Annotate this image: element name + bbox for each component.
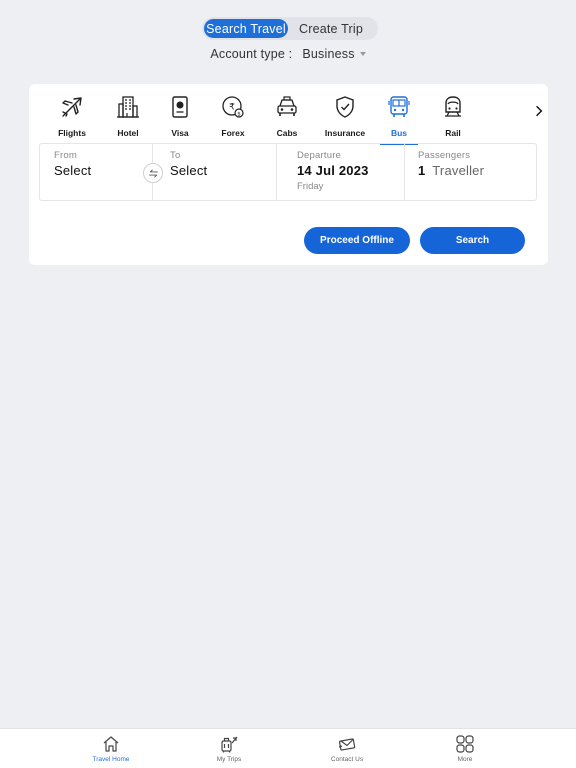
nav-label: More: [457, 756, 473, 763]
account-type-value: Business: [302, 47, 355, 61]
account-type-select[interactable]: Business: [302, 47, 366, 61]
account-type-label: Account type :: [210, 47, 293, 61]
train-icon: [445, 96, 461, 117]
category-label: Flights: [58, 128, 86, 138]
to-value: Select: [170, 163, 208, 178]
passport-icon: [172, 96, 188, 118]
nav-contact-us[interactable]: Contact Us: [317, 734, 377, 766]
departure-date: 14 Jul 2023: [297, 163, 369, 178]
category-label: Rail: [445, 128, 461, 138]
account-type-row: Account type : Business: [0, 47, 576, 61]
from-field[interactable]: From Select: [54, 144, 152, 200]
proceed-offline-button[interactable]: Proceed Offline: [304, 227, 410, 254]
currency-icon: ₹ $: [222, 96, 244, 118]
building-icon: [117, 96, 139, 118]
passengers-caption: Passengers: [418, 150, 471, 161]
to-field[interactable]: To Select: [170, 144, 275, 200]
passengers-field[interactable]: Passengers 1 Traveller: [418, 144, 533, 200]
from-value: Select: [54, 163, 92, 178]
grid-icon: [456, 735, 474, 753]
svg-text:$: $: [237, 112, 241, 118]
bus-icon: [388, 96, 410, 117]
to-caption: To: [170, 150, 181, 161]
from-caption: From: [54, 150, 77, 161]
category-cabs[interactable]: Cabs: [259, 92, 315, 144]
field-divider: [276, 144, 277, 200]
nav-travel-home[interactable]: Travel Home: [81, 734, 141, 766]
taxi-icon: [277, 96, 297, 116]
svg-text:₹: ₹: [229, 103, 235, 113]
category-hotel[interactable]: Hotel: [100, 92, 156, 144]
departure-day: Friday: [297, 181, 324, 192]
category-flights[interactable]: Flights: [44, 92, 100, 144]
search-card: Flights Hotel Visa ₹ $ Forex Cabs Insura…: [29, 84, 548, 265]
create-trip-tab[interactable]: Create Trip: [288, 19, 374, 38]
search-fields: From Select To Select Departure 14 Jul 2…: [39, 143, 537, 201]
swap-icon[interactable]: [143, 163, 163, 183]
nav-label: Contact Us: [330, 756, 364, 763]
home-icon: [103, 736, 119, 752]
nav-label: My Trips: [216, 756, 242, 763]
passengers-value: 1 Traveller: [418, 163, 484, 178]
departure-caption: Departure: [297, 150, 342, 161]
envelope-icon: [338, 738, 356, 751]
category-label: Visa: [171, 128, 189, 138]
category-visa[interactable]: Visa: [152, 92, 208, 144]
search-button[interactable]: Search: [420, 227, 525, 254]
plane-icon: [62, 97, 82, 117]
nav-more[interactable]: More: [435, 734, 495, 766]
chevron-right-icon[interactable]: [534, 104, 544, 118]
mode-toggle: Search Travel Create Trip: [202, 17, 378, 40]
category-bus[interactable]: Bus: [371, 92, 427, 145]
passenger-unit: Traveller: [432, 163, 485, 178]
passenger-count: 1: [418, 163, 426, 178]
luggage-icon: [221, 736, 238, 753]
category-label: Forex: [221, 128, 245, 138]
nav-my-trips[interactable]: My Trips: [199, 734, 259, 766]
category-forex[interactable]: ₹ $ Forex: [205, 92, 261, 144]
field-divider: [404, 144, 405, 200]
departure-field[interactable]: Departure 14 Jul 2023 Friday: [297, 144, 405, 200]
category-label: Cabs: [276, 128, 298, 138]
category-rail[interactable]: Rail: [425, 92, 481, 144]
search-travel-tab[interactable]: Search Travel: [204, 19, 288, 38]
category-label: Bus: [390, 128, 408, 138]
nav-label: Travel Home: [92, 756, 130, 763]
category-bar: Flights Hotel Visa ₹ $ Forex Cabs Insura…: [49, 92, 519, 145]
category-label: Insurance: [324, 128, 366, 138]
shield-icon: [336, 96, 354, 118]
category-label: Hotel: [117, 128, 139, 138]
bottom-nav: Travel Home My Trips Contact Us More: [0, 728, 576, 768]
category-insurance[interactable]: Insurance: [317, 92, 373, 144]
chevron-down-icon: [359, 52, 366, 56]
